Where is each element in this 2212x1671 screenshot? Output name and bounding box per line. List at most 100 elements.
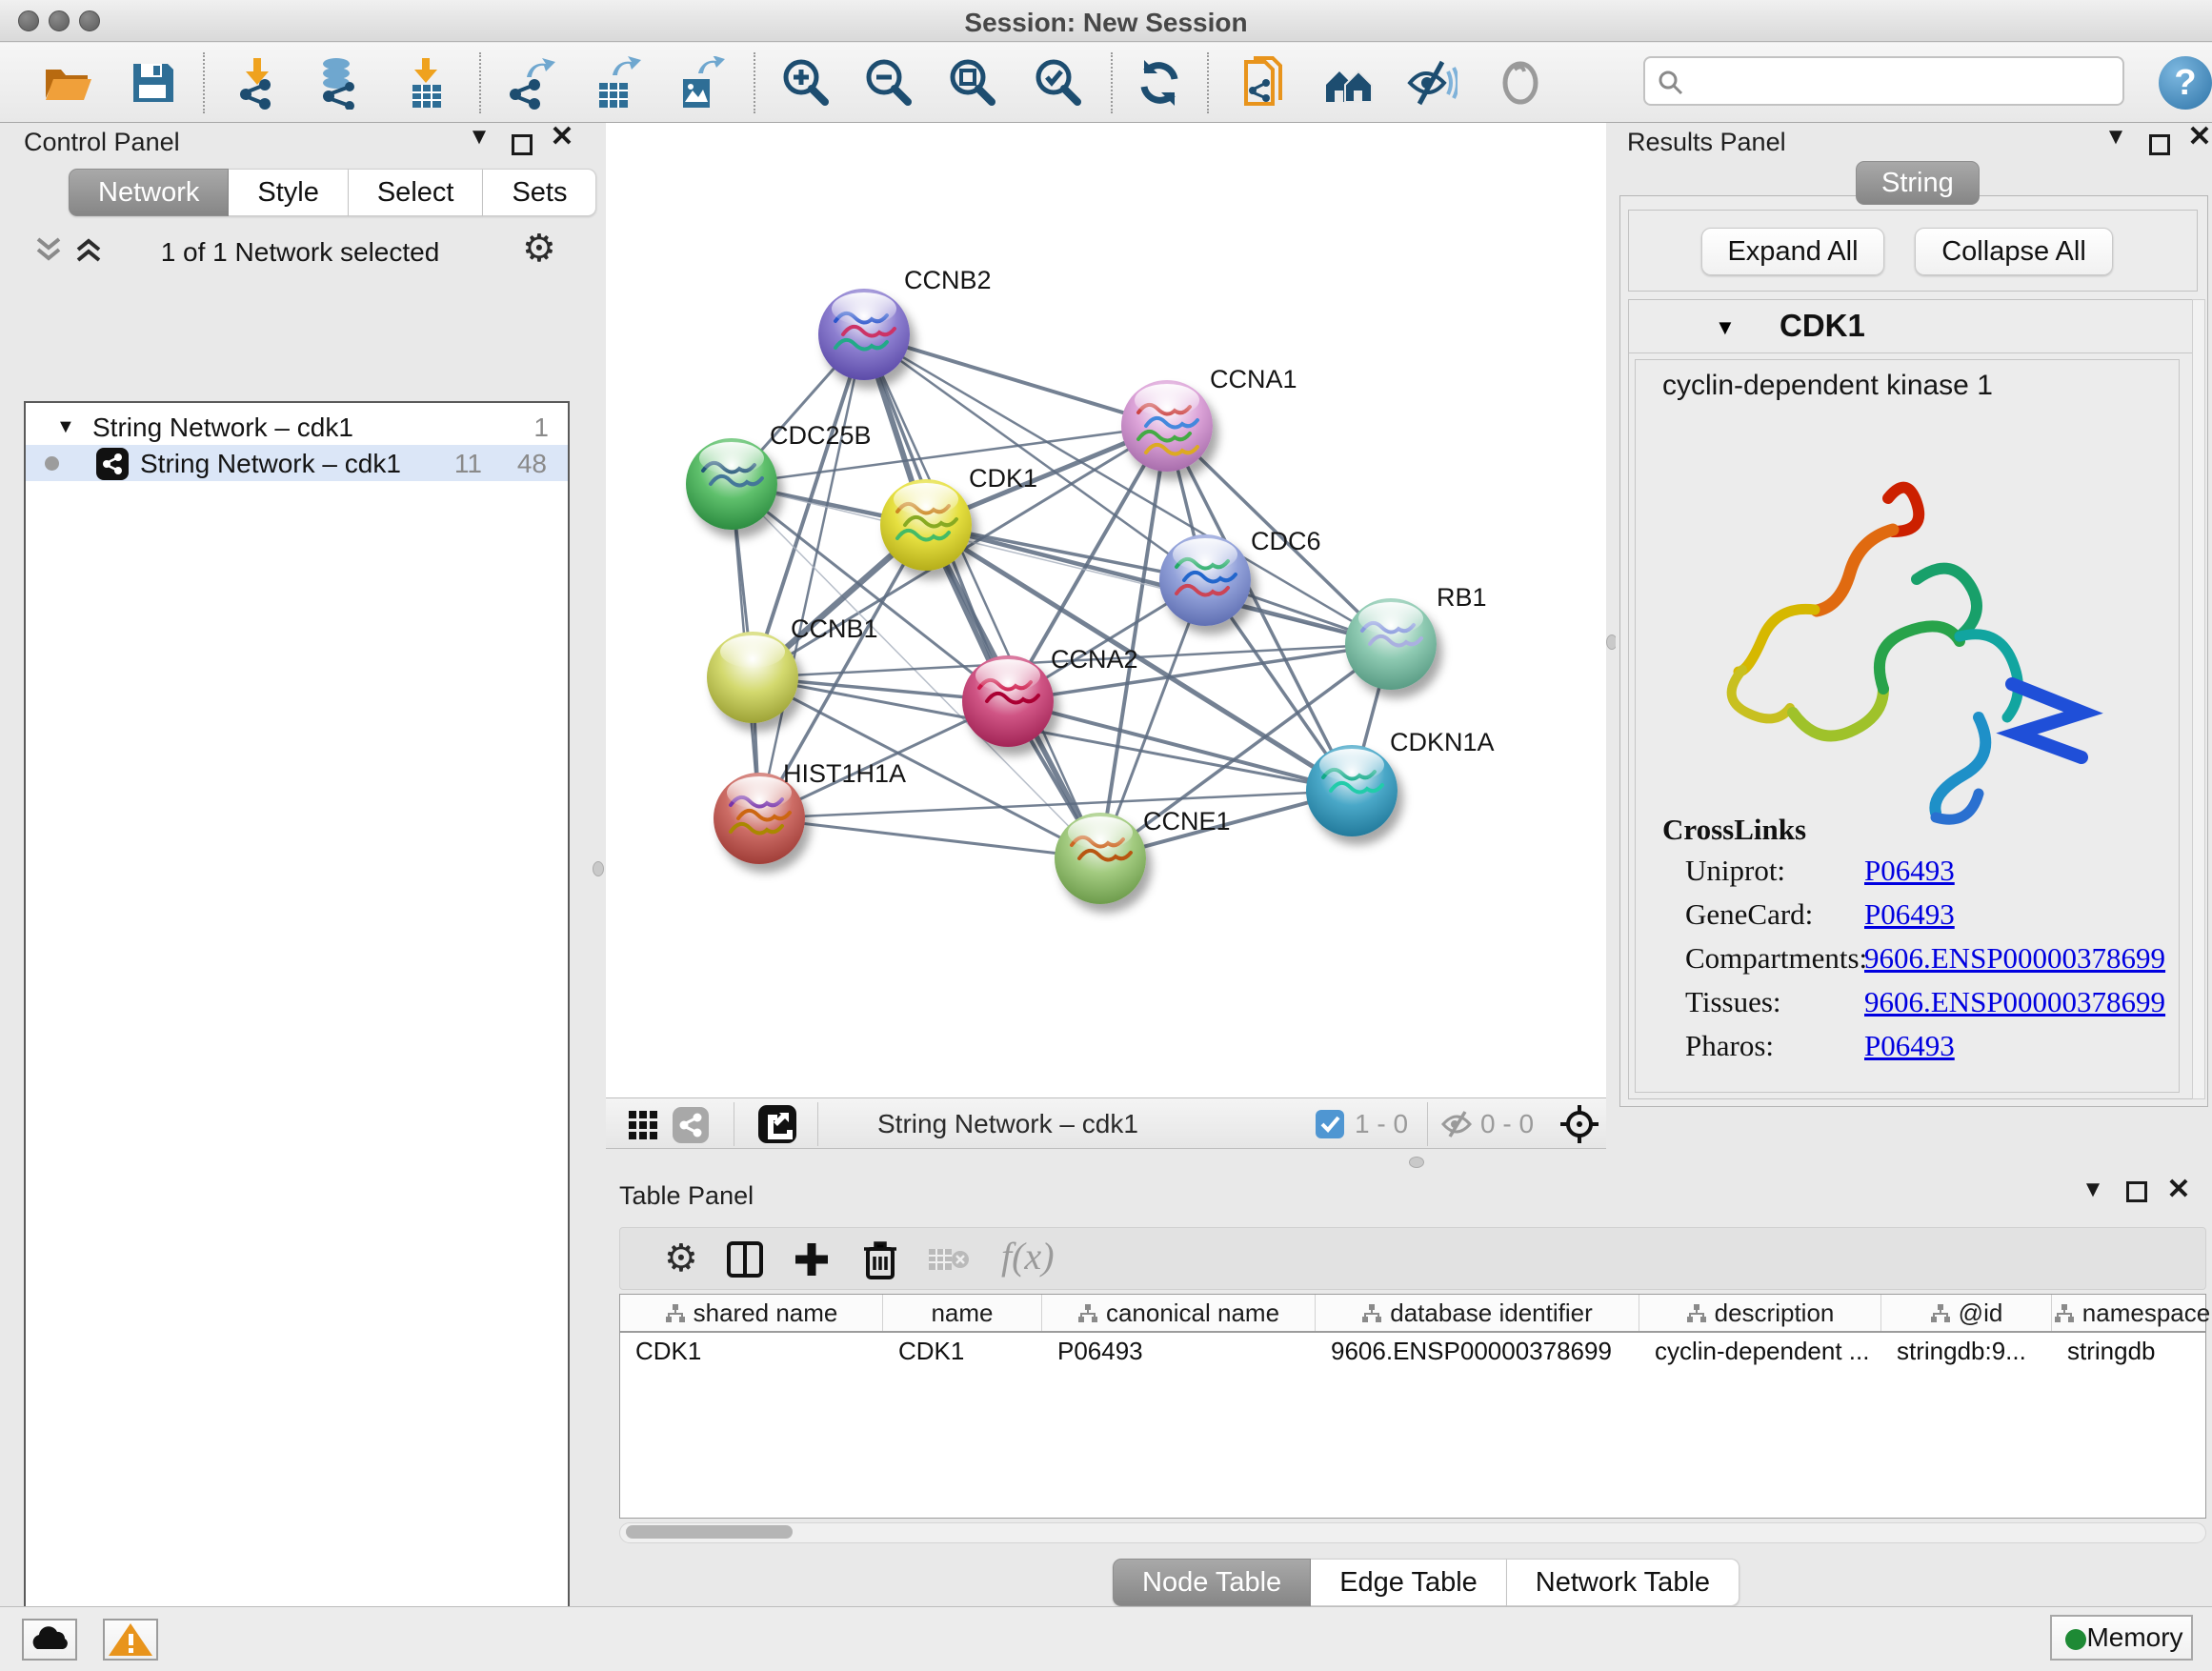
grid-view-icon[interactable]	[627, 1109, 659, 1141]
tab-string[interactable]: String	[1856, 161, 1980, 205]
node-column-icon	[1077, 1302, 1098, 1323]
warning-button[interactable]	[103, 1619, 158, 1661]
search-input[interactable]	[1695, 62, 2114, 100]
hidden-eye-icon[interactable]	[1440, 1110, 1473, 1138]
column-header-database-identifier[interactable]: database identifier	[1316, 1295, 1639, 1331]
save-session-icon[interactable]	[126, 56, 179, 110]
show-hide-graphics-icon[interactable]	[1404, 56, 1458, 110]
crosslink-row: Uniprot:P06493	[1685, 854, 2181, 888]
selected-checkbox-icon[interactable]	[1316, 1110, 1344, 1138]
export-network-icon[interactable]	[502, 56, 555, 110]
vertical-splitter-handle[interactable]	[593, 861, 604, 876]
table-cell[interactable]: CDK1	[620, 1333, 883, 1369]
close-panel-icon[interactable]: ✕	[2164, 1176, 2193, 1204]
column-header-@id[interactable]: @id	[1881, 1295, 2052, 1331]
edge-CCNB2-CCNA1[interactable]	[864, 334, 1167, 426]
table-horizontal-scrollbar[interactable]	[619, 1522, 2206, 1543]
network-canvas[interactable]: CCNB2CCNA1CDC25BCDK1CDC6RB1CCNB1CCNA2CDK…	[606, 123, 1606, 1097]
crosslink-link[interactable]: P06493	[1864, 1029, 1955, 1063]
node-label-CDC25B: CDC25B	[770, 421, 872, 451]
import-network-database-icon[interactable]	[313, 56, 367, 110]
tab-sets[interactable]: Sets	[483, 169, 596, 216]
node-CDC6[interactable]	[1159, 534, 1251, 626]
import-table-icon[interactable]	[399, 56, 452, 110]
node-RB1[interactable]	[1345, 598, 1437, 690]
collapse-all-button[interactable]: Collapse All	[1915, 228, 2113, 275]
table-cell[interactable]: 9606.ENSP00000378699	[1316, 1333, 1639, 1369]
table-cell[interactable]: CDK1	[883, 1333, 1042, 1369]
toolbar-separator	[1427, 1102, 1428, 1146]
bird-eye-icon[interactable]	[1494, 56, 1547, 110]
cloud-button[interactable]	[22, 1619, 77, 1661]
clone-network-icon[interactable]	[1238, 56, 1292, 110]
crosslink-link[interactable]: P06493	[1864, 854, 1955, 888]
scrollbar-thumb[interactable]	[626, 1525, 793, 1539]
node-CDC25B[interactable]	[686, 438, 777, 530]
export-table-icon[interactable]	[588, 56, 641, 110]
table-cell[interactable]: P06493	[1042, 1333, 1316, 1369]
show-columns-icon[interactable]	[725, 1239, 765, 1279]
panel-menu-icon[interactable]: ▼	[2079, 1176, 2107, 1204]
panel-menu-icon[interactable]: ▼	[2101, 123, 2130, 151]
zoom-in-icon[interactable]	[778, 56, 832, 110]
float-panel-icon[interactable]	[2126, 1181, 2147, 1202]
gear-icon[interactable]: ⚙	[522, 230, 556, 268]
tab-network[interactable]: Network	[69, 169, 229, 216]
column-header-namespace[interactable]: namespace	[2052, 1295, 2212, 1331]
panel-menu-icon[interactable]: ▼	[465, 123, 493, 151]
node-CDKN1A[interactable]	[1306, 745, 1398, 836]
close-panel-icon[interactable]: ✕	[2185, 123, 2212, 151]
tab-network-table[interactable]: Network Table	[1507, 1559, 1739, 1606]
help-icon[interactable]: ?	[2159, 56, 2212, 110]
table-cell[interactable]: cyclin-dependent ...	[1639, 1333, 1881, 1369]
delete-column-icon[interactable]	[860, 1238, 900, 1281]
column-header-canonical-name[interactable]: canonical name	[1042, 1295, 1316, 1331]
float-panel-icon[interactable]	[2149, 134, 2170, 155]
open-session-icon[interactable]	[40, 56, 93, 110]
add-column-icon[interactable]	[792, 1239, 832, 1279]
table-settings-gear-icon[interactable]: ⚙	[664, 1239, 698, 1278]
open-in-window-icon[interactable]	[758, 1105, 796, 1143]
column-header-description[interactable]: description	[1639, 1295, 1881, 1331]
network-view[interactable]: CCNB2CCNA1CDC25BCDK1CDC6RB1CCNB1CCNA2CDK…	[606, 123, 1606, 1097]
import-network-file-icon[interactable]	[232, 56, 286, 110]
zoom-fit-icon[interactable]	[945, 56, 998, 110]
column-header-name[interactable]: name	[883, 1295, 1042, 1331]
refresh-icon[interactable]	[1133, 56, 1186, 110]
crosslink-link[interactable]: P06493	[1864, 897, 1955, 932]
home-icon[interactable]	[1322, 56, 1376, 110]
node-CCNE1[interactable]	[1055, 813, 1146, 904]
collapse-entry-icon[interactable]: ▼	[1715, 315, 1736, 340]
table-cell[interactable]: stringdb	[2052, 1333, 2212, 1369]
crosslink-link[interactable]: 9606.ENSP00000378699	[1864, 985, 2165, 1019]
memory-button[interactable]: Memory	[2050, 1615, 2193, 1661]
crosshair-icon[interactable]	[1558, 1103, 1600, 1145]
float-panel-icon[interactable]	[512, 134, 533, 155]
table-row[interactable]: CDK1CDK1P064939606.ENSP00000378699cyclin…	[620, 1333, 2205, 1369]
export-image-icon[interactable]	[672, 56, 725, 110]
tab-node-table[interactable]: Node Table	[1113, 1559, 1311, 1606]
network-share-icon[interactable]	[673, 1107, 709, 1143]
close-panel-icon[interactable]: ✕	[548, 123, 576, 151]
horizontal-splitter-handle[interactable]	[1409, 1157, 1424, 1168]
results-scrollbar[interactable]	[2192, 299, 2205, 1099]
node-CCNA1[interactable]	[1121, 380, 1213, 472]
node-CCNB2[interactable]	[818, 289, 910, 380]
zoom-out-icon[interactable]	[861, 56, 915, 110]
tab-edge-table[interactable]: Edge Table	[1311, 1559, 1507, 1606]
network-row[interactable]: String Network – cdk1 11 48	[26, 445, 568, 481]
zoom-selected-icon[interactable]	[1031, 56, 1084, 110]
node-card-header[interactable]: ▼ CDK1	[1629, 300, 2197, 353]
crosslink-link[interactable]: 9606.ENSP00000378699	[1864, 941, 2165, 976]
node-CCNB1[interactable]	[707, 632, 798, 723]
node-CDK1[interactable]	[880, 479, 972, 571]
collection-expand-icon[interactable]: ▼	[56, 416, 75, 438]
network-collection-row[interactable]: ▼ String Network – cdk1 1	[26, 409, 568, 445]
expand-all-button[interactable]: Expand All	[1701, 228, 1884, 275]
table-cell[interactable]: stringdb:9...	[1881, 1333, 2052, 1369]
tab-select[interactable]: Select	[349, 169, 484, 216]
column-header-shared-name[interactable]: shared name	[620, 1295, 883, 1331]
tab-style[interactable]: Style	[229, 169, 348, 216]
edge-HIST1H1A-CCNE1[interactable]	[759, 818, 1100, 858]
node-CCNA2[interactable]	[962, 655, 1054, 747]
